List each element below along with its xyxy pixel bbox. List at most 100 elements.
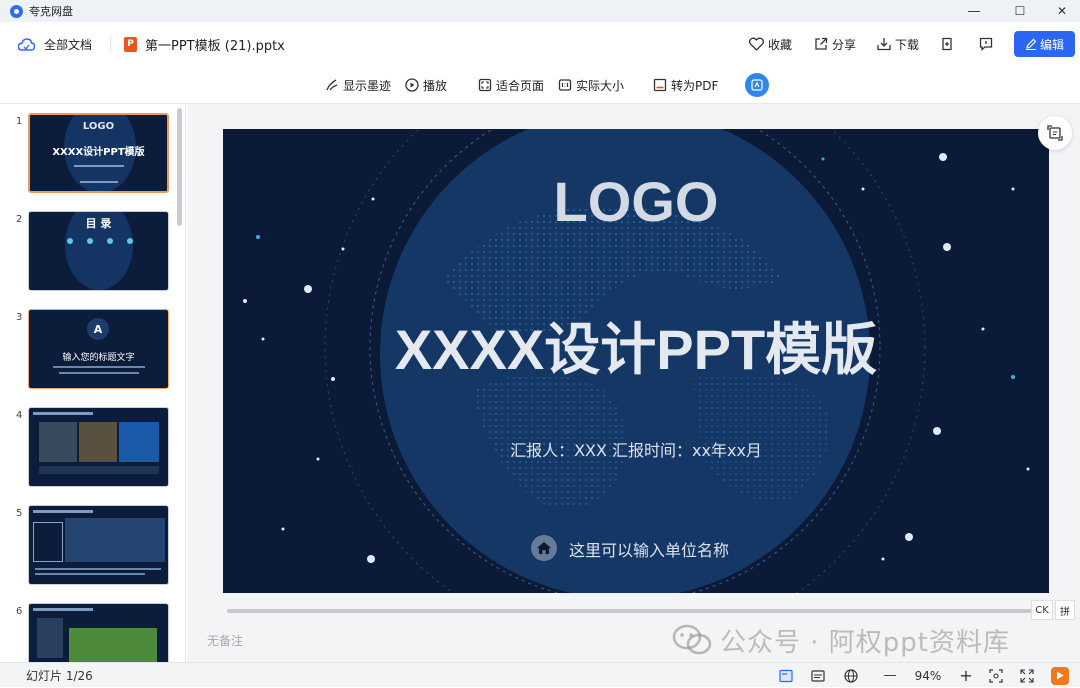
- thumb-image: [65, 518, 165, 562]
- slide-reporter: 汇报人：XXX 汇报时间：xx年xx月: [510, 441, 762, 460]
- thumb-text-line: [35, 568, 161, 570]
- thumb-image: [119, 422, 159, 462]
- thumb-dot: [127, 238, 133, 244]
- thumb-badge: A: [87, 318, 109, 340]
- download-button[interactable]: 下载: [877, 22, 919, 66]
- thumb-number: 6: [16, 606, 23, 617]
- thumb-number: 4: [16, 410, 23, 421]
- actual-size-button[interactable]: 实际大小: [558, 66, 624, 104]
- collect-button[interactable]: 收藏: [749, 22, 792, 66]
- comment-icon: [979, 37, 993, 51]
- thumb-number: 3: [16, 312, 23, 323]
- all-docs-link[interactable]: 全部文档: [18, 22, 92, 66]
- status-bar: 幻灯片 1/26 — 94% +: [0, 662, 1080, 687]
- language-button[interactable]: [841, 663, 861, 688]
- save-to-drive-button[interactable]: [940, 22, 954, 66]
- collect-label: 收藏: [768, 37, 793, 52]
- title-bar: 夸克网盘 — ☐ ✕: [0, 0, 1080, 22]
- file-tab[interactable]: P 第一PPT模板 (21).pptx: [124, 22, 285, 66]
- slide-thumbnail-1[interactable]: LOGO XXXX设计PPT模版: [28, 113, 169, 193]
- watermark-text: 公众号 · 阿权ppt资料库: [720, 627, 1010, 658]
- normal-view-button[interactable]: [776, 663, 796, 688]
- ai-assistant-button[interactable]: [745, 73, 769, 97]
- minimize-button[interactable]: —: [952, 0, 996, 22]
- thumb-text-line: [33, 510, 93, 513]
- slideshow-play-icon: [1051, 666, 1069, 685]
- thumb-text-line: [33, 608, 93, 611]
- edit-button[interactable]: 编辑: [1014, 31, 1075, 57]
- watermark: 公众号 · 阿权ppt资料库: [672, 620, 1010, 660]
- thumb-text-line: [33, 412, 93, 415]
- zoom-in-button[interactable]: +: [956, 663, 976, 688]
- pdf-icon: [653, 78, 667, 92]
- actual-size-label: 实际大小: [576, 78, 625, 93]
- thumb-title-text: 输入您的标题文字: [62, 353, 135, 363]
- slideshow-button[interactable]: [1050, 663, 1070, 688]
- header: 全部文档 P 第一PPT模板 (21).pptx 收藏 分享 下载 编辑: [0, 22, 1080, 66]
- crop-icon: [1047, 125, 1063, 141]
- thumb-title-text: XXXX设计PPT模版: [52, 147, 145, 158]
- to-pdf-button[interactable]: 转为PDF: [653, 66, 718, 104]
- slide-thumbnail-panel: 1 LOGO XXXX设计PPT模版 2 目 录 3 A 输入您的标题文字 4 …: [0, 104, 186, 662]
- thumb-dot: [87, 238, 93, 244]
- fit-page-icon: [478, 78, 492, 92]
- zoom-level[interactable]: 94%: [910, 663, 946, 688]
- thumb-title-text: 目 录: [85, 217, 112, 230]
- share-icon: [815, 37, 828, 50]
- ime-mode-indicator[interactable]: 拼: [1055, 600, 1075, 620]
- thumb-image: [39, 422, 77, 462]
- fit-window-icon: [989, 668, 1003, 683]
- ink-icon: [326, 79, 338, 91]
- ime-lang-indicator[interactable]: CK: [1031, 600, 1053, 620]
- sidebar-scrollbar[interactable]: [177, 108, 182, 226]
- fit-page-button[interactable]: 适合页面: [478, 66, 544, 104]
- thumb-text-line: [74, 165, 124, 167]
- thumb-logo-text: LOGO: [82, 121, 115, 132]
- slide-thumbnail-4[interactable]: [28, 407, 169, 487]
- thumb-text-line: [35, 573, 145, 575]
- pencil-icon: [1025, 38, 1037, 50]
- thumb-dot: [107, 238, 113, 244]
- slide-thumbnail-6[interactable]: [28, 603, 169, 662]
- zoom-out-button[interactable]: —: [880, 663, 900, 688]
- slide-thumbnail-5[interactable]: [28, 505, 169, 585]
- actual-size-icon: [558, 79, 572, 91]
- header-divider: [110, 37, 111, 51]
- edit-label: 编辑: [1039, 37, 1064, 52]
- home-icon: [531, 535, 557, 561]
- notes-view-button[interactable]: [808, 663, 828, 688]
- slide-canvas: LOGO XXXX设计PPT模版 汇报人：XXX 汇报时间：xx年xx月 这里可…: [187, 104, 1080, 662]
- show-ink-button[interactable]: 显示墨迹: [325, 66, 391, 104]
- close-button[interactable]: ✕: [1040, 0, 1080, 22]
- thumb-dot: [67, 238, 73, 244]
- play-label: 播放: [423, 78, 448, 93]
- fullscreen-icon: [1020, 668, 1034, 683]
- slide-thumbnail-3[interactable]: A 输入您的标题文字: [28, 309, 169, 389]
- comment-button[interactable]: [979, 22, 993, 66]
- maximize-button[interactable]: ☐: [998, 0, 1042, 22]
- thumb-number: 1: [16, 116, 23, 127]
- fullscreen-button[interactable]: [1017, 663, 1037, 688]
- to-pdf-label: 转为PDF: [671, 78, 719, 93]
- notes-placeholder[interactable]: 无备注: [207, 632, 243, 649]
- thumb-text-box: [33, 522, 63, 562]
- share-button[interactable]: 分享: [814, 22, 856, 66]
- thumb-text-line: [53, 366, 145, 368]
- current-slide[interactable]: LOGO XXXX设计PPT模版 汇报人：XXX 汇报时间：xx年xx月 这里可…: [223, 129, 1049, 593]
- slide-counter: 幻灯片 1/26: [26, 669, 93, 683]
- play-button[interactable]: 播放: [405, 66, 447, 104]
- slide-thumbnail-2[interactable]: 目 录: [28, 211, 169, 291]
- fit-window-button[interactable]: [986, 663, 1006, 688]
- heart-icon: [749, 37, 764, 51]
- normal-view-icon: [779, 669, 793, 682]
- viewer-toolbar: 显示墨迹 播放 适合页面 实际大小 转为PDF: [0, 66, 1080, 104]
- file-name: 第一PPT模板 (21).pptx: [145, 38, 285, 54]
- thumb-text-line: [59, 372, 139, 374]
- fit-page-label: 适合页面: [496, 78, 545, 93]
- share-label: 分享: [832, 37, 857, 52]
- thumb-number: 2: [16, 214, 23, 225]
- slide-tool-button[interactable]: [1038, 116, 1072, 150]
- play-icon: [405, 78, 419, 92]
- cloud-icon: [18, 37, 35, 51]
- horizontal-scrollbar[interactable]: [227, 609, 1037, 613]
